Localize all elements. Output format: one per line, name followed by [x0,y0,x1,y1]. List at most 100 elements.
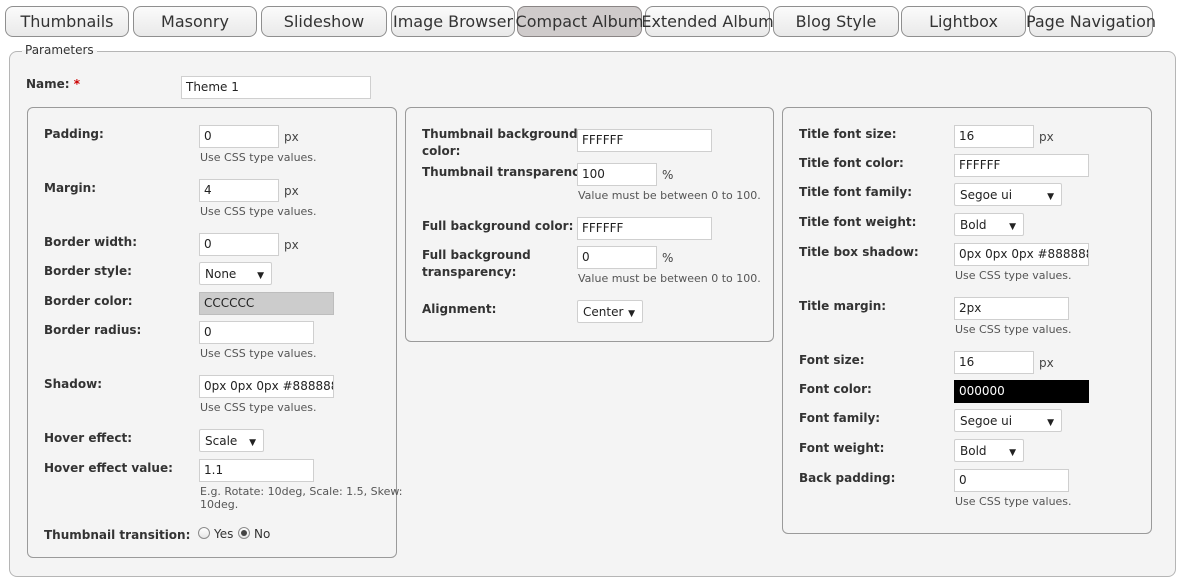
chevron-down-icon: ▼ [257,271,264,281]
tab-thumbnails[interactable]: Thumbnails [5,6,129,37]
full-bg-transparency-hint: Value must be between 0 to 100. [578,272,761,285]
hover-effect-value-hint-1: E.g. Rotate: 10deg, Scale: 1.5, Skew: [200,485,403,498]
alignment-label: Alignment: [422,302,497,316]
chevron-down-icon: ▼ [628,309,635,319]
margin-hint: Use CSS type values. [200,205,317,218]
padding-label: Padding: [44,127,104,141]
hover-effect-select[interactable]: Scale ▼ [199,429,264,452]
title-font-color-input[interactable]: FFFFFF [954,154,1089,177]
border-color-input[interactable]: CCCCCC [199,292,334,315]
chevron-down-icon: ▼ [1047,418,1054,428]
title-font-weight-label: Title font weight: [799,215,917,229]
hover-effect-value-input[interactable]: 1.1 [199,459,314,482]
font-size-label: Font size: [799,353,865,367]
title-font-weight-select[interactable]: Bold ▼ [954,213,1024,236]
title-margin-hint: Use CSS type values. [955,323,1072,336]
name-label: Name: * [26,77,81,91]
name-input[interactable]: Theme 1 [181,76,371,99]
title-box-shadow-hint: Use CSS type values. [955,269,1072,282]
font-size-input[interactable]: 16 [954,351,1034,374]
font-family-select[interactable]: Segoe ui ▼ [954,409,1062,432]
border-radius-label: Border radius: [44,323,142,337]
tab-blog-style[interactable]: Blog Style [773,6,899,37]
transition-no-label: No [254,527,271,541]
parameters-legend: Parameters [22,43,97,57]
border-width-unit: px [284,238,299,252]
border-width-input[interactable]: 0 [199,233,279,256]
font-weight-select[interactable]: Bold ▼ [954,439,1024,462]
title-font-size-unit: px [1039,130,1054,144]
back-padding-input[interactable]: 0 [954,469,1069,492]
thumb-transparency-hint: Value must be between 0 to 100. [578,189,761,202]
tab-page-navigation[interactable]: Page Navigation [1026,6,1156,37]
margin-unit: px [284,184,299,198]
font-weight-value: Bold [960,444,987,458]
margin-input[interactable]: 4 [199,179,279,202]
font-weight-label: Font weight: [799,441,885,455]
padding-hint: Use CSS type values. [200,151,317,164]
tab-extended-album[interactable]: Extended Album [641,6,774,37]
border-radius-input[interactable]: 0 [199,321,314,344]
border-style-label: Border style: [44,264,132,278]
hover-effect-value-hint-2: 10deg. [200,498,239,511]
shadow-label: Shadow: [44,377,103,391]
full-bg-color-label: Full background color: [422,219,574,233]
transition-yes-label: Yes [214,527,234,541]
title-font-weight-value: Bold [960,218,987,232]
required-mark: * [73,77,81,91]
shadow-input[interactable]: 0px 0px 0px #888888 [199,375,334,398]
chevron-down-icon: ▼ [1009,448,1016,458]
chevron-down-icon: ▼ [249,438,256,448]
tab-image-browser[interactable]: Image Browser [391,6,515,37]
title-font-color-label: Title font color: [799,156,904,170]
full-bg-transparency-unit: % [662,251,674,265]
padding-input[interactable]: 0 [199,125,279,148]
title-font-family-label: Title font family: [799,185,913,199]
transition-yes-radio[interactable] [198,527,210,539]
font-family-label: Font family: [799,411,881,425]
thumb-bg-color-label: Thumbnail background color: [422,127,578,158]
border-width-label: Border width: [44,235,137,249]
title-margin-input[interactable]: 2px [954,297,1069,320]
font-color-label: Font color: [799,382,872,396]
border-style-value: None [205,267,237,281]
font-size-unit: px [1039,356,1054,370]
title-box-shadow-label: Title box shadow: [799,245,919,259]
border-style-select[interactable]: None ▼ [199,262,272,285]
tab-masonry[interactable]: Masonry [133,6,257,37]
hover-effect-label: Hover effect: [44,431,132,445]
border-radius-hint: Use CSS type values. [200,347,317,360]
hover-effect-value-label: Hover effect value: [44,461,173,475]
thumb-transparency-input[interactable]: 100 [577,163,657,186]
transition-no-radio[interactable] [238,527,250,539]
full-bg-transparency-label: Full background transparency: [422,248,531,279]
thumb-transparency-unit: % [662,168,674,182]
full-bg-color-input[interactable]: FFFFFF [577,217,712,240]
margin-label: Margin: [44,181,97,195]
chevron-down-icon: ▼ [1009,222,1016,232]
tab-lightbox[interactable]: Lightbox [901,6,1026,37]
tab-slideshow[interactable]: Slideshow [261,6,387,37]
tab-compact-album[interactable]: Compact Album [516,6,643,37]
title-font-family-value: Segoe ui [960,188,1013,202]
padding-unit: px [284,130,299,144]
title-margin-label: Title margin: [799,299,887,313]
border-color-label: Border color: [44,294,133,308]
alignment-select[interactable]: Center ▼ [577,300,643,323]
title-font-family-select[interactable]: Segoe ui ▼ [954,183,1062,206]
title-font-size-input[interactable]: 16 [954,125,1034,148]
font-family-value: Segoe ui [960,414,1013,428]
thumb-bg-color-input[interactable]: FFFFFF [577,129,712,152]
title-box-shadow-input[interactable]: 0px 0px 0px #888888 [954,243,1089,266]
thumbnail-transition-label: Thumbnail transition: [44,528,191,542]
font-color-input[interactable]: 000000 [954,380,1089,403]
title-font-size-label: Title font size: [799,127,897,141]
back-padding-hint: Use CSS type values. [955,495,1072,508]
full-bg-transparency-input[interactable]: 0 [577,246,657,269]
alignment-value: Center [583,305,624,319]
hover-effect-value: Scale [205,434,238,448]
back-padding-label: Back padding: [799,471,896,485]
thumb-transparency-label: Thumbnail transparency: [422,165,592,179]
chevron-down-icon: ▼ [1047,192,1054,202]
shadow-hint: Use CSS type values. [200,401,317,414]
